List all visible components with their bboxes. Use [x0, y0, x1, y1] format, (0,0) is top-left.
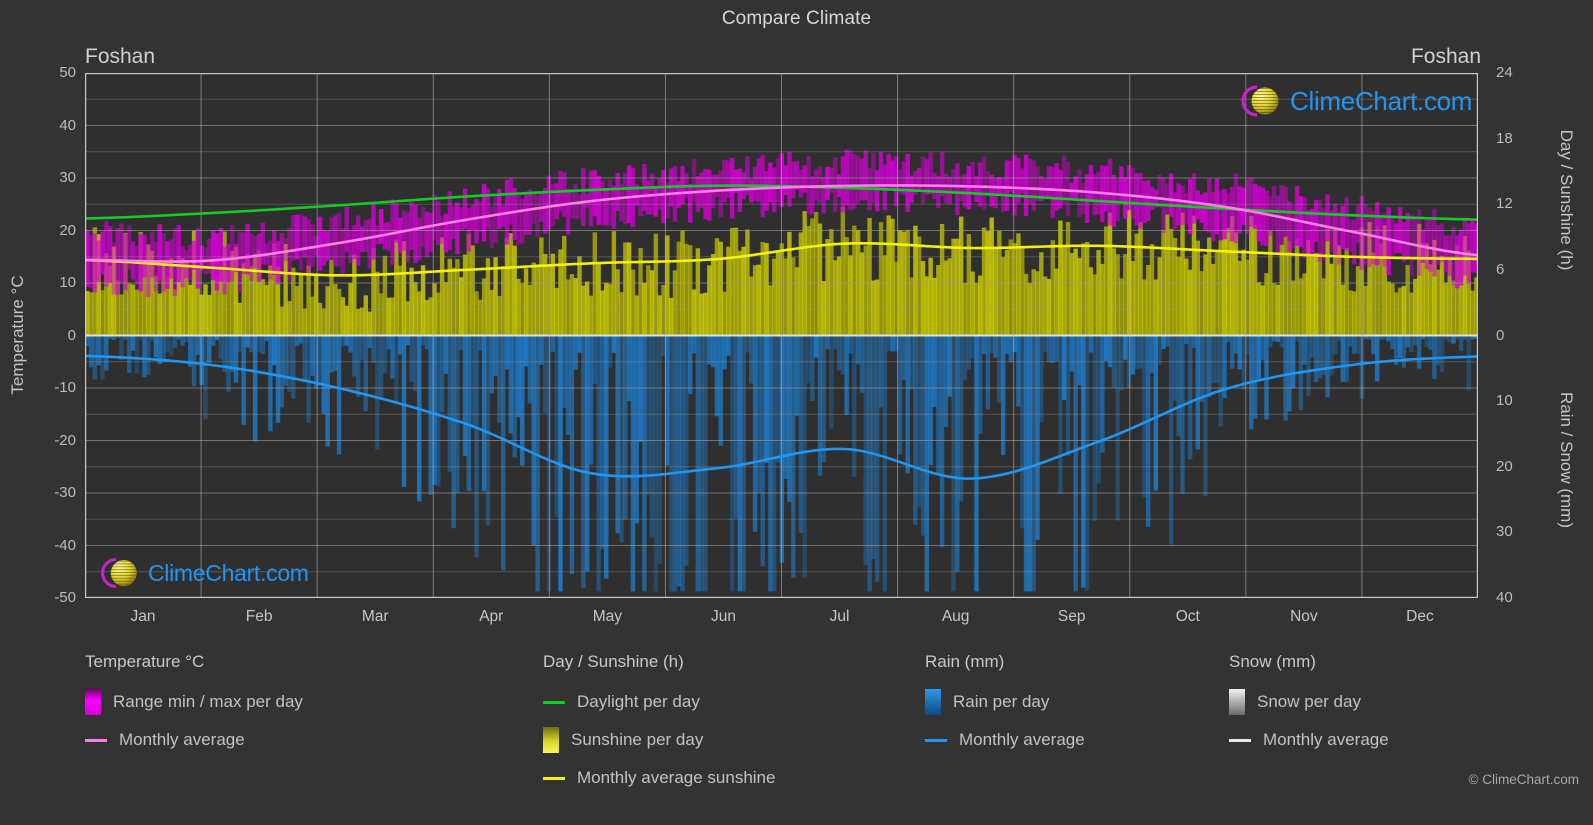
legend-group-title: Temperature °C — [85, 652, 205, 671]
legend-swatch-icon — [85, 689, 101, 715]
legend-swatch-icon — [543, 727, 559, 753]
legend-group-snow: Snow (mm) Snow per day Monthly average — [1229, 652, 1389, 763]
legend-item-label: Daylight per day — [577, 692, 700, 711]
y-axis-left-tick: -40 — [54, 536, 76, 554]
legend-item[interactable]: Snow per day — [1229, 687, 1389, 717]
copyright-text: © ClimeChart.com — [1468, 772, 1579, 787]
y-axis-left-tick: -20 — [54, 431, 76, 449]
legend-swatch-icon — [925, 689, 941, 715]
page-title: Compare Climate — [721, 8, 872, 29]
y-axis-right-top-tick: 24 — [1496, 64, 1513, 81]
legend-line-icon — [925, 738, 947, 742]
x-axis-tick: Oct — [1175, 608, 1200, 625]
y-axis-left-tick: 50 — [59, 64, 76, 81]
x-axis-tick: Apr — [479, 608, 504, 625]
legend-item-label: Sunshine per day — [571, 730, 704, 749]
y-axis-right-top-tick: 0 — [1496, 326, 1505, 344]
climate-chart-svg — [85, 73, 1478, 598]
x-axis-tick: Jul — [829, 608, 850, 625]
legend-item[interactable]: Rain per day — [925, 687, 1085, 717]
y-axis-right-bottom-tick: 10 — [1496, 392, 1513, 410]
legend-group-rain: Rain (mm) Rain per day Monthly average — [925, 652, 1085, 763]
y-axis-left-tick: -50 — [54, 589, 76, 606]
legend-item-label: Monthly average — [119, 730, 245, 749]
legend-group-title: Rain (mm) — [925, 652, 1005, 671]
legend-line-icon — [85, 738, 107, 742]
y-axis-left-tick: 40 — [59, 116, 76, 134]
climate-plot-area — [85, 73, 1478, 598]
y-axis-right-bottom-tick: 20 — [1496, 457, 1513, 475]
legend-item-label: Monthly average — [959, 730, 1085, 749]
y-axis-right-top-tick: 6 — [1496, 260, 1505, 278]
y-axis-right-bottom-title: Rain / Snow (mm) — [1557, 391, 1576, 529]
legend-swatch-icon — [1229, 689, 1245, 715]
legend-line-icon — [1229, 738, 1251, 742]
y-axis-left-tick: -30 — [54, 484, 76, 501]
plot-gridlines — [85, 73, 1478, 598]
y-axis-left-tick: -10 — [54, 379, 76, 396]
city-label-left: Foshan — [85, 45, 156, 68]
y-axis-right-bottom-tick: 30 — [1496, 523, 1513, 541]
legend-item[interactable]: Monthly average sunshine — [543, 763, 775, 793]
x-axis-tick: Jun — [710, 608, 736, 625]
y-axis-right-top-tick: 18 — [1496, 129, 1513, 147]
y-axis-right-top-tick: 12 — [1496, 195, 1513, 213]
x-axis-tick: Aug — [941, 608, 970, 625]
x-axis-tick: Jan — [130, 608, 156, 625]
legend-item[interactable]: Monthly average — [925, 725, 1085, 755]
y-axis-left-title: Temperature °C — [8, 275, 27, 395]
x-axis-tick: Mar — [361, 608, 389, 625]
legend-item[interactable]: Sunshine per day — [543, 725, 775, 755]
legend-item[interactable]: Monthly average — [85, 725, 303, 755]
legend-item-label: Snow per day — [1257, 692, 1361, 711]
climate-chart-page: Compare Climate Foshan Foshan Temperatur… — [0, 0, 1593, 825]
x-axis-tick: May — [592, 608, 623, 625]
x-axis-tick: Sep — [1057, 608, 1086, 625]
x-axis-tick: Dec — [1406, 608, 1434, 625]
legend-item-label: Rain per day — [953, 692, 1050, 711]
legend-item[interactable]: Range min / max per day — [85, 687, 303, 717]
y-axis-left-tick: 20 — [59, 221, 76, 239]
legend-item-label: Monthly average — [1263, 730, 1389, 749]
x-axis-tick: Nov — [1290, 608, 1318, 625]
legend-group-daysunshine: Day / Sunshine (h) Daylight per day Sunshi… — [543, 652, 775, 801]
legend-item[interactable]: Monthly average — [1229, 725, 1389, 755]
city-label-right: Foshan — [1410, 45, 1481, 68]
legend-group-title: Day / Sunshine (h) — [543, 652, 684, 671]
chart-legend: Temperature °C Range min / max per day Mon… — [0, 652, 1593, 812]
x-axis-tick: Feb — [245, 608, 273, 625]
legend-line-icon — [543, 700, 565, 704]
legend-item-label: Monthly average sunshine — [577, 768, 776, 787]
legend-group-temperature: Temperature °C Range min / max per day Mon… — [85, 652, 303, 763]
legend-item-label: Range min / max per day — [113, 692, 303, 711]
y-axis-left-tick: 0 — [67, 326, 76, 344]
legend-line-icon — [543, 776, 565, 780]
y-axis-left-tick: 10 — [59, 274, 76, 291]
legend-group-title: Snow (mm) — [1229, 652, 1316, 671]
y-axis-right-top-title: Day / Sunshine (h) — [1557, 129, 1576, 271]
legend-item[interactable]: Daylight per day — [543, 687, 775, 717]
y-axis-right-bottom-tick: 40 — [1496, 589, 1513, 606]
y-axis-left-tick: 30 — [59, 169, 76, 186]
